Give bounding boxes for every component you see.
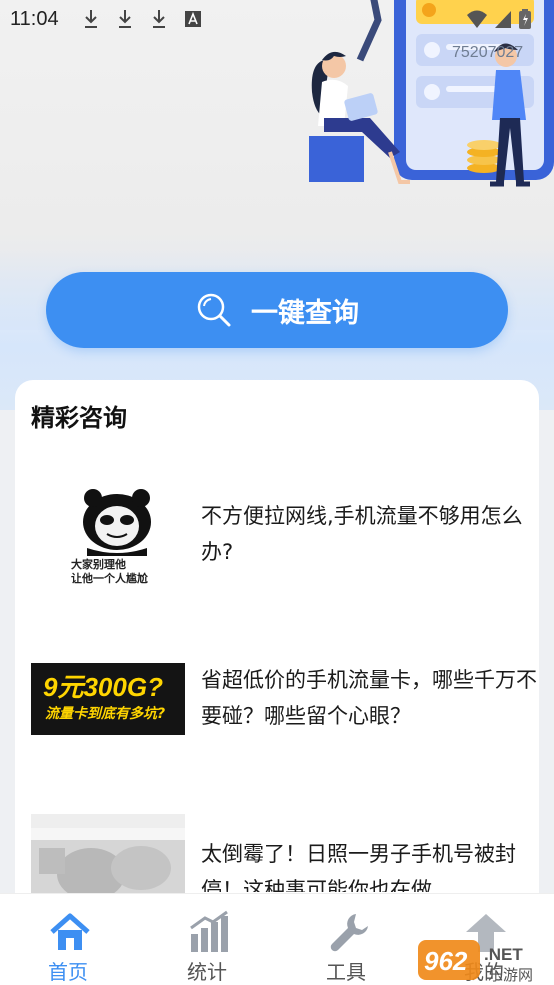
overlay-number: 75207027 xyxy=(452,44,524,61)
article-title: 不方便拉网线,手机流量不够用怎么办? xyxy=(201,504,523,564)
section-title: 精彩咨询 xyxy=(31,404,127,432)
article-title: 省超低价的手机流量卡，哪些千万不要碰？哪些留个心眼？ xyxy=(201,668,537,728)
article-item[interactable]: 9元300G? 流量卡到底有多坑? 省超低价的手机流量卡，哪些千万不要碰？哪些留… xyxy=(31,662,543,742)
nav-home[interactable]: 首页 xyxy=(18,894,118,985)
battery-icon xyxy=(519,9,531,29)
status-icons xyxy=(466,8,532,30)
signal-icon xyxy=(495,11,511,28)
thumb-caption-2: 让他一个人尴尬 xyxy=(71,572,148,585)
article-thumbnail: 大家别理他 让他一个人尴尬 xyxy=(31,486,185,596)
status-bar: 11:04 xyxy=(0,0,554,40)
article-thumbnail: 9元300G? 流量卡到底有多坑? xyxy=(31,663,185,735)
status-time: 11:04 xyxy=(10,8,59,30)
download-icon xyxy=(150,8,168,30)
download-icon xyxy=(116,8,134,30)
svg-text:乐游网: 乐游网 xyxy=(488,966,533,984)
wifi-icon xyxy=(467,10,487,28)
article-title: 太倒霉了！日照一男子手机号被封停！这种事可能你也在做... xyxy=(201,842,516,892)
font-icon xyxy=(184,8,202,30)
svg-text:962: 962 xyxy=(424,946,468,976)
chart-icon xyxy=(190,910,228,952)
nav-home-label: 首页 xyxy=(48,960,88,984)
search-icon xyxy=(197,293,231,327)
thumb-caption-2: 流量卡到底有多坑? xyxy=(45,706,166,722)
nav-tools[interactable]: 工具 xyxy=(296,894,396,985)
home-icon xyxy=(50,913,90,950)
quick-query-label: 一键查询 xyxy=(251,297,359,329)
articles-card: 精彩咨询 大家别理他 让他一个人尴尬 不方便拉网线,手机流量不够用怎么办? 9元… xyxy=(15,380,539,940)
thumb-caption-1: 9元300G? xyxy=(43,672,163,702)
nav-stats[interactable]: 统计 xyxy=(157,894,257,985)
nav-stats-label: 统计 xyxy=(187,960,227,984)
quick-query-button[interactable]: 一键查询 xyxy=(46,272,508,348)
nav-tools-label: 工具 xyxy=(326,960,366,984)
site-watermark-logo: 962 .NET 乐游网 xyxy=(418,940,533,984)
article-item[interactable]: 大家别理他 让他一个人尴尬 不方便拉网线,手机流量不够用怎么办? xyxy=(31,480,543,600)
wrench-icon xyxy=(330,914,368,952)
download-icon xyxy=(82,8,100,30)
svg-text:.NET: .NET xyxy=(484,945,523,964)
